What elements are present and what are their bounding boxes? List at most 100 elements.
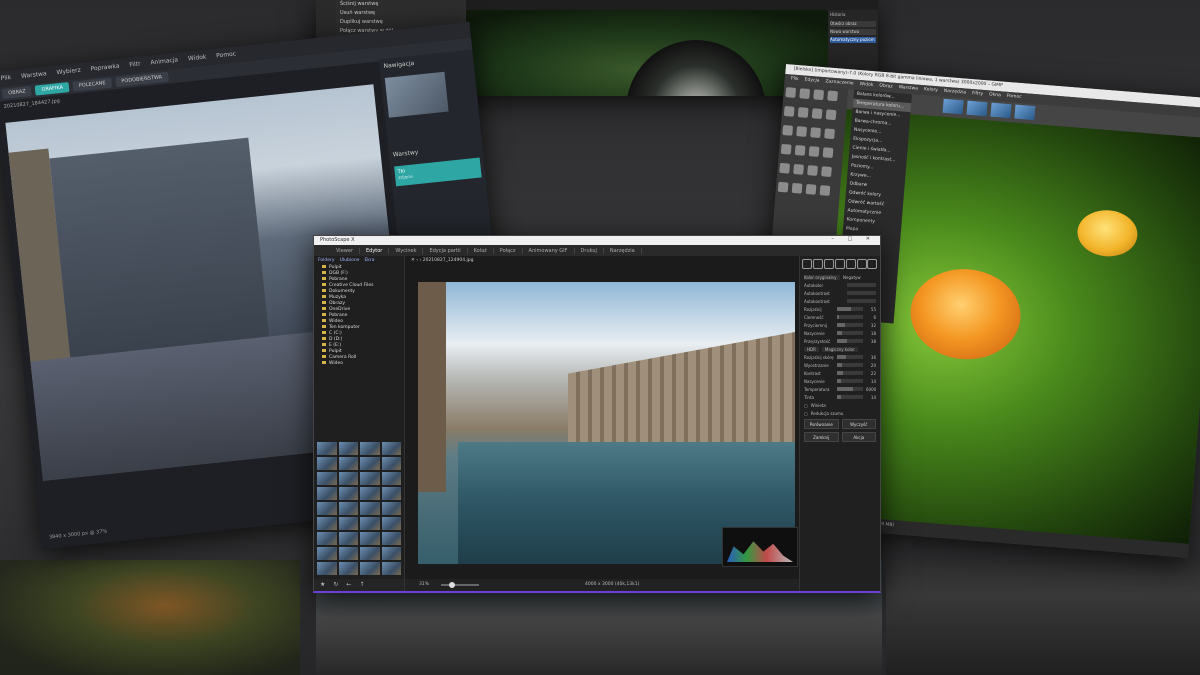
thumbnail[interactable]: [360, 517, 380, 530]
menu-item[interactable]: Zaznaczenie: [825, 79, 854, 87]
module-tab[interactable]: Narzędzia: [604, 247, 642, 254]
menu-item[interactable]: Widok: [859, 82, 873, 89]
slider-track[interactable]: [837, 315, 863, 319]
tool-icon[interactable]: [779, 162, 791, 174]
slider-track[interactable]: [837, 363, 863, 367]
slider-row[interactable]: Nasycenie 18: [804, 330, 876, 336]
module-tab[interactable]: Drukuj: [575, 247, 604, 254]
thumbnail[interactable]: [317, 502, 337, 515]
menu-item[interactable]: Widok: [188, 54, 207, 64]
tool-icon[interactable]: [797, 107, 809, 118]
browser-tab[interactable]: Ekra: [364, 258, 374, 263]
thumbnail[interactable]: [360, 562, 380, 575]
slider-track[interactable]: [837, 307, 863, 311]
edycja-icon[interactable]: [802, 259, 813, 269]
slider-row[interactable]: Wyostrzanie 20: [804, 362, 876, 368]
slider-row[interactable]: Kontrast 22: [804, 370, 876, 376]
refresh-icon[interactable]: ↻: [333, 581, 338, 589]
action-button[interactable]: Akcja: [841, 432, 876, 442]
tool-icon[interactable]: [827, 90, 838, 102]
canal-photo[interactable]: [418, 282, 795, 564]
menu-item[interactable]: Pomoc: [216, 50, 237, 60]
menu-item[interactable]: Warstwa: [21, 70, 47, 81]
up-icon[interactable]: ↑: [359, 581, 364, 589]
window-controls[interactable]: – □ ✕: [831, 236, 876, 242]
slider-row[interactable]: Ciemność 6: [804, 314, 876, 320]
menu-item[interactable]: Poprawka: [90, 63, 120, 74]
slider-track[interactable]: [837, 371, 863, 375]
thumbnail[interactable]: [381, 472, 401, 485]
thumbnail[interactable]: [360, 487, 380, 500]
menu-item[interactable]: Pomoc: [1007, 94, 1022, 101]
module-tab[interactable]: Animowany GIF: [523, 247, 575, 254]
slider-row[interactable]: Przejrzystość 38: [804, 338, 876, 344]
slider-track[interactable]: [837, 379, 863, 383]
menu-item[interactable]: Plik: [791, 76, 799, 83]
menu-item[interactable]: Usuń warstwę: [336, 9, 466, 18]
module-tab[interactable]: Połącz: [494, 247, 523, 254]
auto-toggle[interactable]: [847, 283, 876, 287]
star-icon[interactable]: ★: [320, 581, 325, 589]
thumbnail[interactable]: [381, 517, 401, 530]
thumbnail[interactable]: [317, 457, 337, 470]
slider-row[interactable]: Rozjaśnij skórę 36: [804, 354, 876, 360]
slider-row[interactable]: Temperatura 6000: [804, 386, 876, 392]
slider-row[interactable]: Rozjaśnij 55: [804, 306, 876, 312]
thumbnail[interactable]: [338, 562, 358, 575]
thumbnail[interactable]: [381, 487, 401, 500]
auto-toggle[interactable]: [847, 291, 876, 295]
thumbnail[interactable]: [317, 442, 337, 455]
tool-icon[interactable]: [825, 109, 837, 121]
next-icon[interactable]: ›: [419, 258, 421, 263]
slider-row[interactable]: Przyciemnij 32: [804, 322, 876, 328]
menu-item[interactable]: Narzędzia: [944, 89, 967, 97]
back-icon[interactable]: ←: [346, 581, 351, 589]
menu-item[interactable]: Ściśnij warstwę: [336, 0, 466, 9]
tool-icon[interactable]: [793, 163, 804, 175]
slider-track[interactable]: [837, 387, 863, 391]
module-tab[interactable]: Viewer: [330, 247, 360, 254]
tool-icon[interactable]: [822, 147, 834, 159]
history-item[interactable]: Nowa warstwa: [830, 29, 876, 35]
tool-icon[interactable]: [794, 145, 806, 156]
tool-icon[interactable]: [796, 126, 808, 137]
thumbnail[interactable]: [381, 457, 401, 470]
obiekt-icon[interactable]: [856, 259, 867, 269]
tool-icon[interactable]: [819, 185, 831, 196]
menu-item[interactable]: Edycja: [804, 78, 819, 85]
thumbnail[interactable]: [381, 532, 401, 545]
menu-item[interactable]: Plik: [0, 74, 11, 83]
history-item[interactable]: Otwórz obraz: [830, 21, 876, 27]
module-tab[interactable]: Kolaż: [468, 247, 494, 254]
zoom-slider-knob[interactable]: [449, 582, 455, 588]
kolor-icon[interactable]: [813, 259, 824, 269]
slider-track[interactable]: [837, 395, 863, 399]
auto-row[interactable]: Autokontrast: [804, 290, 876, 296]
browser-tab[interactable]: Foldery: [318, 258, 335, 263]
tool-icon[interactable]: [799, 88, 811, 99]
slider-row[interactable]: Tinta 14: [804, 394, 876, 400]
thumbnail[interactable]: [317, 532, 337, 545]
zoom-slider[interactable]: [441, 584, 479, 586]
folder-item[interactable]: Wideo: [314, 361, 404, 367]
prev-icon[interactable]: ‹: [416, 258, 418, 263]
thumbnail[interactable]: [317, 487, 337, 500]
tool-icon[interactable]: [811, 108, 823, 120]
narzędzie-icon[interactable]: [867, 259, 878, 269]
module-tab[interactable]: Edycja partii: [423, 247, 468, 254]
thumbnail[interactable]: [381, 442, 401, 455]
slider-track[interactable]: [837, 331, 863, 335]
thumbnail[interactable]: [381, 547, 401, 560]
option-checkbox[interactable]: ▢: [804, 411, 808, 416]
menu-item[interactable]: Obraz: [879, 84, 893, 91]
tool-icon[interactable]: [805, 184, 817, 195]
thumbnail[interactable]: [381, 562, 401, 575]
tool-icon[interactable]: [785, 87, 797, 98]
thumbnail[interactable]: [360, 442, 380, 455]
tool-icon[interactable]: [780, 143, 792, 155]
filtr-icon[interactable]: [824, 259, 835, 269]
ramka-icon[interactable]: [845, 259, 856, 269]
module-tab[interactable]: Wycinek: [389, 247, 424, 254]
history-item[interactable]: Automatyczny poziom: [830, 37, 876, 43]
reset-button[interactable]: Wyczyść: [841, 419, 876, 429]
